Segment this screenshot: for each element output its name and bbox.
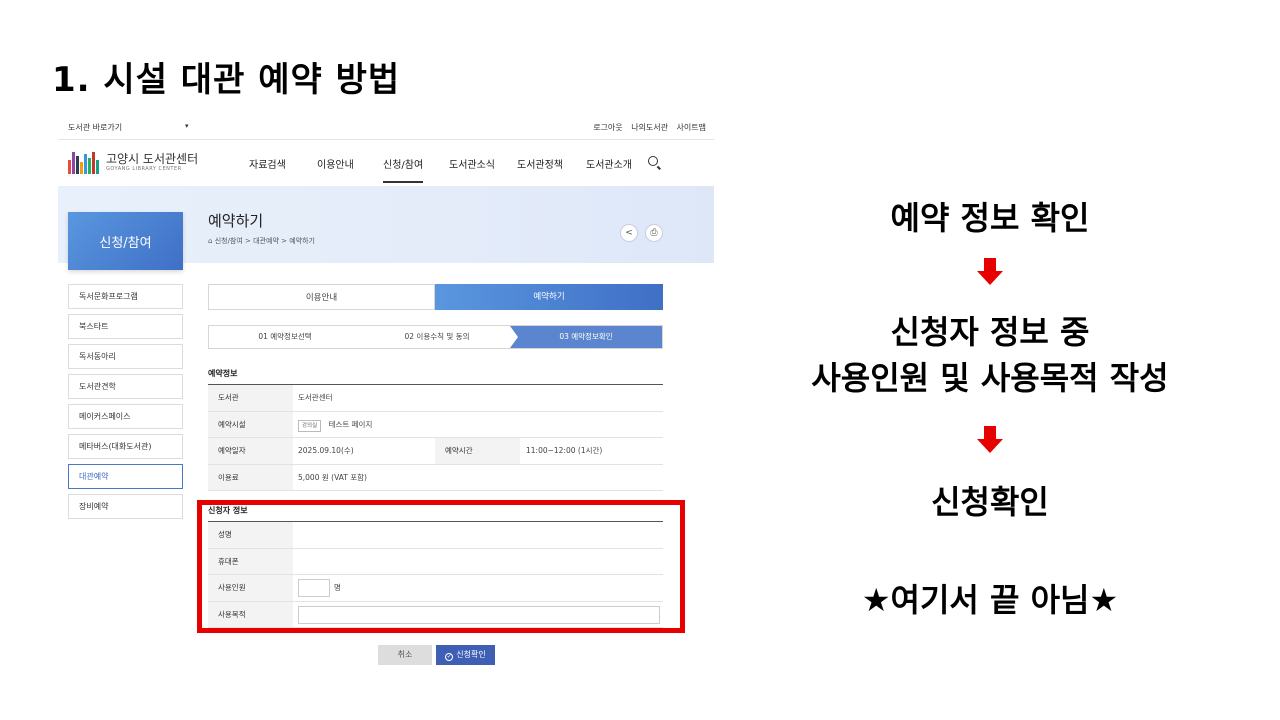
website-screenshot: 도서관 바로가기 ▾ 로그아웃 나의도서관 사이트맵 고양시 도서관센터 GOY… (58, 112, 714, 672)
facility-label: 예약시설 (208, 411, 293, 437)
sidebar-item-rental-reservation[interactable]: 대관예약 (68, 464, 183, 489)
tab-reserve[interactable]: 예약하기 (435, 284, 663, 310)
annotation-note: ★여기서 끝 아님★ (861, 581, 1119, 619)
table-row: 이용료 5,000 원 (VAT 포함) (208, 464, 663, 491)
sidebar-item-equipment-reservation[interactable]: 장비예약 (68, 494, 183, 519)
arrow-down-icon (977, 426, 1003, 454)
print-icon[interactable]: ⎙ (645, 224, 663, 242)
step-1: 01 예약정보선택 (258, 332, 312, 341)
tab-bar: 이용안내 예약하기 (208, 284, 663, 310)
confirm-button-label: 신청확인 (456, 650, 486, 659)
reservation-info-table: 도서관 도서관센터 예약시설 강의실 테스트 페이지 예약일자 2025.09.… (208, 384, 663, 491)
share-icon[interactable]: < (620, 224, 638, 242)
logout-link[interactable]: 로그아웃 (593, 123, 622, 132)
fee-label: 이용료 (208, 464, 293, 490)
library-shortcut-label: 도서관 바로가기 (68, 123, 123, 132)
breadcrumb-text: 신청/참여 > 대관예약 > 예약하기 (214, 237, 315, 245)
search-icon[interactable] (648, 156, 658, 166)
facility-value: 테스트 페이지 (328, 419, 373, 429)
confirm-button[interactable]: ✓ 신청확인 (436, 645, 495, 665)
time-label: 예약시간 (435, 438, 520, 464)
breadcrumb: ⌂ 신청/참여 > 대관예약 > 예약하기 (208, 236, 315, 246)
sitemap-link[interactable]: 사이트맵 (677, 123, 706, 132)
annotation-step1: 예약 정보 확인 (890, 199, 1090, 237)
menu-search-catalog[interactable]: 자료검색 (249, 156, 286, 171)
utility-links: 로그아웃 나의도서관 사이트맵 (587, 122, 706, 133)
menu-library-intro[interactable]: 도서관소개 (586, 156, 632, 171)
step-3-current: 03 예약정보확인 (510, 326, 662, 348)
section-title: 신청/참여 (68, 212, 183, 270)
top-utility-bar: 도서관 바로가기 ▾ 로그아웃 나의도서관 사이트맵 (58, 112, 714, 140)
main-navigation: 고양시 도서관센터 GOYANG LIBRARY CENTER 자료검색 이용안… (58, 140, 714, 186)
page-title: 예약하기 (208, 212, 264, 230)
logo-bars-icon (68, 150, 102, 174)
menu-library-policy[interactable]: 도서관정책 (517, 156, 563, 171)
slide-title: 1. 시설 대관 예약 방법 (52, 60, 401, 100)
menu-library-news[interactable]: 도서관소식 (449, 156, 495, 171)
logo-subtitle: GOYANG LIBRARY CENTER (106, 166, 182, 172)
menu-usage-guide[interactable]: 이용안내 (317, 156, 354, 171)
site-logo[interactable]: 고양시 도서관센터 GOYANG LIBRARY CENTER (68, 148, 198, 178)
menu-apply-participate[interactable]: 신청/참여 (383, 156, 424, 183)
sidebar-item-library-tour[interactable]: 도서관견학 (68, 374, 183, 399)
library-shortcut-select[interactable]: 도서관 바로가기 ▾ (68, 122, 189, 133)
facility-value-cell: 강의실 테스트 페이지 (298, 412, 372, 438)
my-library-link[interactable]: 나의도서관 (631, 123, 668, 132)
sidebar-item-reading-club[interactable]: 독서동아리 (68, 344, 183, 369)
sidebar-menu: 독서문화프로그램 북스타트 독서동아리 도서관견학 메이커스페이스 메타버스(대… (68, 284, 183, 524)
highlight-box (197, 500, 685, 633)
library-label: 도서관 (208, 385, 293, 411)
facility-type-badge: 강의실 (298, 419, 322, 432)
fee-value: 5,000 원 (VAT 포함) (298, 472, 367, 482)
logo-name: 고양시 도서관센터 (106, 152, 199, 166)
library-value: 도서관센터 (298, 393, 333, 402)
time-value: 11:00~12:00 (1시간) (526, 446, 603, 455)
arrow-down-icon (977, 258, 1003, 286)
date-value: 2025.09.10(수) (298, 446, 354, 455)
home-icon[interactable]: ⌂ (208, 237, 212, 245)
annotation-step3: 신청확인 (931, 483, 1049, 521)
cancel-button[interactable]: 취소 (378, 645, 432, 665)
step-indicator: 01 예약정보선택 02 이용수칙 및 동의 03 예약정보확인 (208, 325, 663, 349)
table-row: 도서관 도서관센터 (208, 385, 663, 412)
sidebar-item-metaverse[interactable]: 메타버스(대화도서관) (68, 434, 183, 459)
chevron-down-icon: ▾ (185, 122, 189, 130)
sidebar-item-makerspace[interactable]: 메이커스페이스 (68, 404, 183, 429)
date-label: 예약일자 (208, 438, 293, 464)
annotation-step2-line1: 신청자 정보 중 (890, 313, 1090, 351)
annotation-step2-line2: 사용인원 및 사용목적 작성 (811, 359, 1169, 397)
table-row: 예약시설 강의실 테스트 페이지 (208, 411, 663, 438)
tab-usage-info[interactable]: 이용안내 (208, 284, 435, 310)
sidebar-item-bookstart[interactable]: 북스타트 (68, 314, 183, 339)
reservation-info-title: 예약정보 (208, 369, 238, 378)
check-circle-icon: ✓ (445, 653, 454, 661)
table-row: 예약일자 2025.09.10(수) 예약시간 11:00~12:00 (1시간… (208, 438, 663, 465)
sidebar-item-reading-program[interactable]: 독서문화프로그램 (68, 284, 183, 309)
step-2: 02 이용수칙 및 동의 (404, 332, 470, 341)
